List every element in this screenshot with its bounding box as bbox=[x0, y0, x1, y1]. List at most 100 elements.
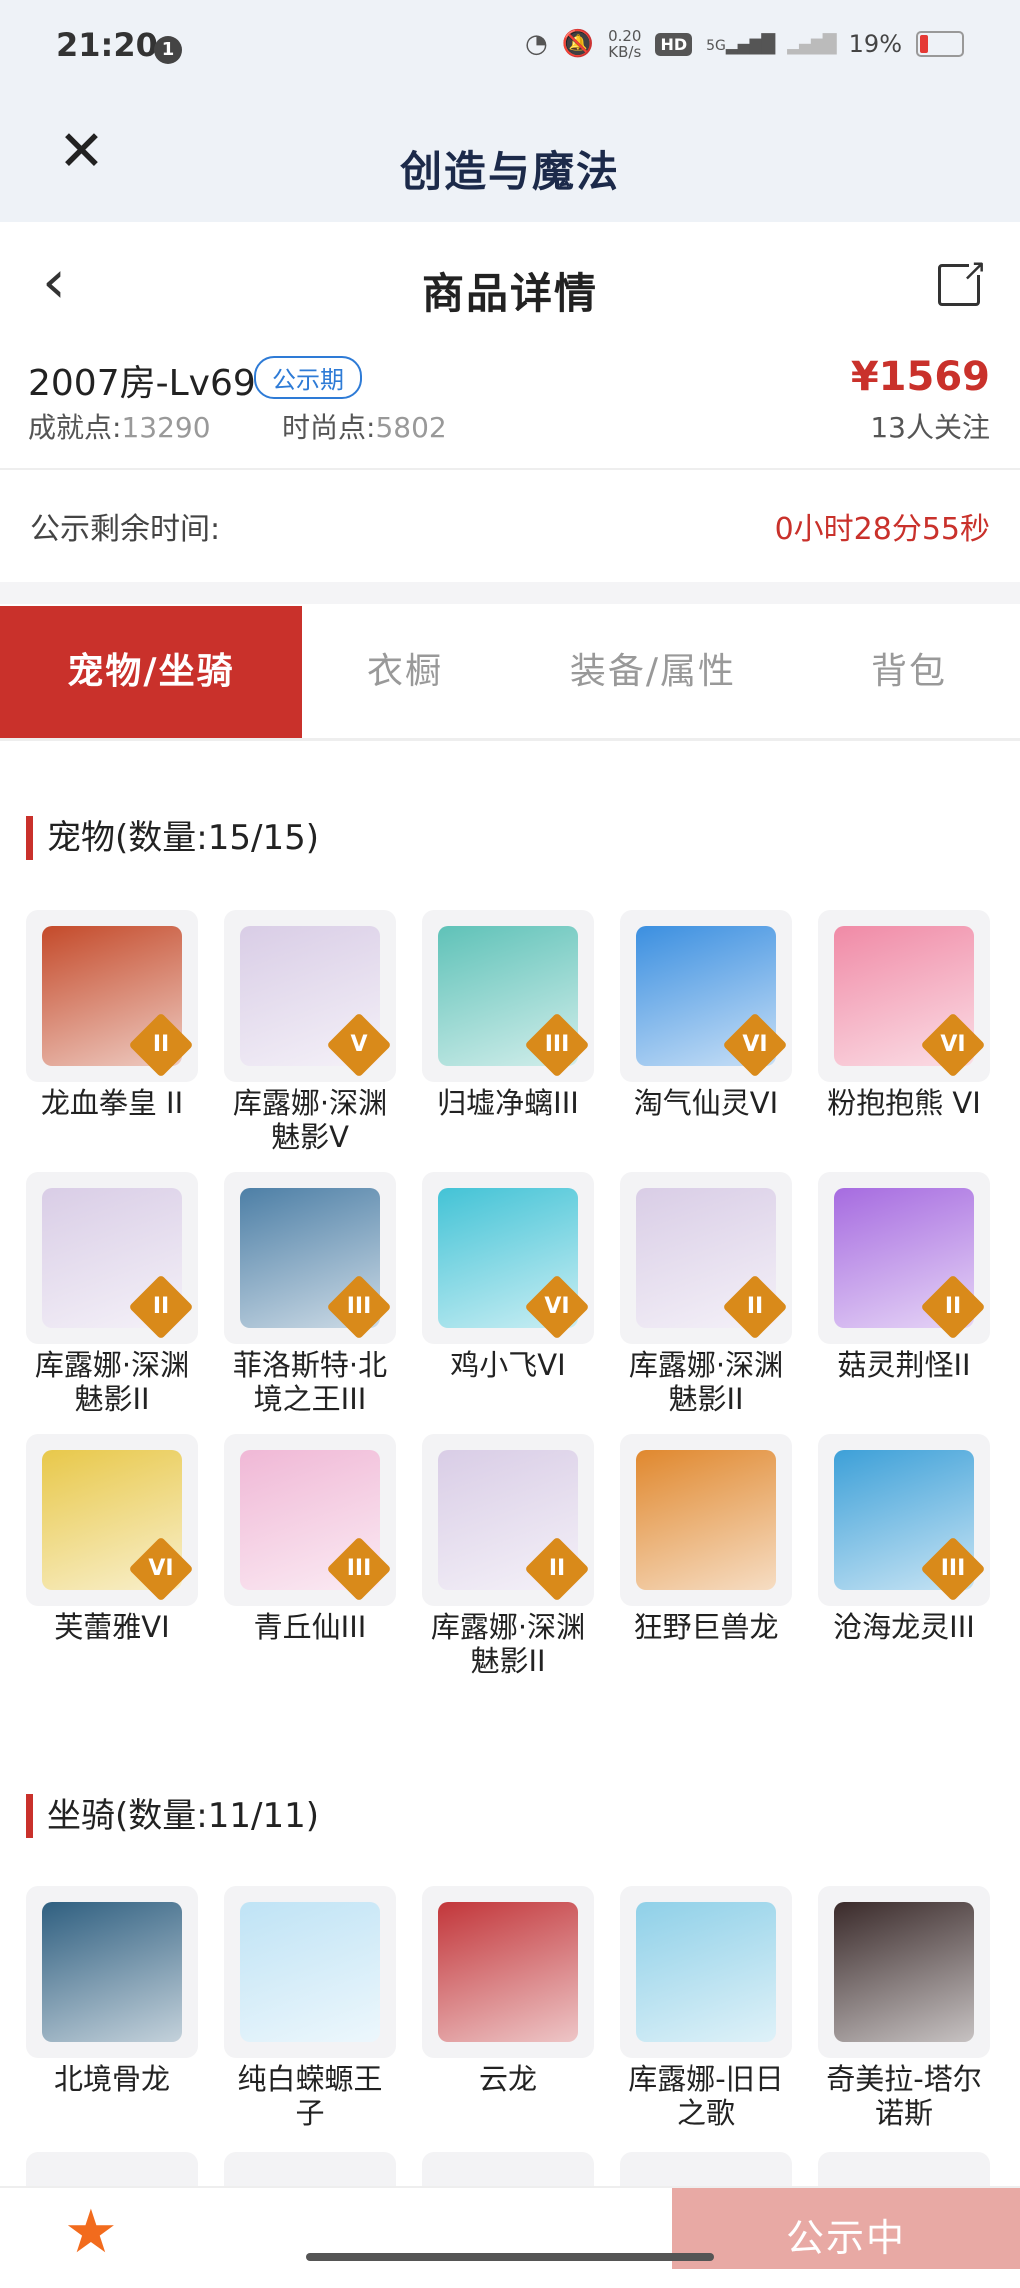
list-item[interactable]: 狂野巨兽龙 bbox=[620, 1434, 792, 1678]
network-speed: 0.20 KB/s bbox=[608, 27, 642, 61]
status-bar: 21:20 1 ◔ 🔕 0.20 KB/s HD 5G▂▄▆█ ▂▄▆█ 19% bbox=[0, 0, 1020, 100]
notification-count-badge: 1 bbox=[154, 36, 182, 64]
item-label: 芙蕾雅VI bbox=[54, 1610, 170, 1644]
item-thumbnail bbox=[620, 1886, 792, 2058]
item-thumbnail: III bbox=[224, 1172, 396, 1344]
item-thumbnail: II bbox=[818, 1172, 990, 1344]
rank-badge: III bbox=[326, 1274, 392, 1340]
home-indicator bbox=[306, 2253, 714, 2261]
mounts-section-title: 坐骑(数量:11/11) bbox=[26, 1794, 319, 1838]
app-title-bar: ✕ 创造与魔法 bbox=[0, 100, 1020, 222]
item-label: 菇灵荆怪II bbox=[837, 1348, 971, 1382]
fashion-points: 时尚点:5802 bbox=[282, 411, 447, 444]
tab-backpack[interactable]: 背包 bbox=[798, 606, 1020, 738]
star-icon[interactable]: ★ bbox=[64, 2202, 118, 2262]
rank-badge: II bbox=[920, 1274, 986, 1340]
item-art bbox=[636, 1450, 776, 1590]
item-label: 纯白蝾螈王子 bbox=[237, 2062, 383, 2130]
rank-badge: VI bbox=[524, 1274, 590, 1340]
signal-secondary-icon: ▂▄▆█ bbox=[787, 33, 836, 55]
item-label: 库露娜·深渊魅影II bbox=[34, 1348, 190, 1416]
rank-badge: III bbox=[524, 1012, 590, 1078]
tab-wardrobe[interactable]: 衣橱 bbox=[302, 606, 508, 738]
list-item[interactable]: VI 淘气仙灵VI bbox=[620, 910, 792, 1154]
battery-icon bbox=[916, 31, 964, 57]
item-thumbnail: V bbox=[224, 910, 396, 1082]
rank-badge: III bbox=[920, 1536, 986, 1602]
speedometer-icon: ◔ bbox=[525, 29, 548, 59]
list-item[interactable]: 奇美拉-塔尔诺斯 bbox=[818, 1886, 990, 2130]
mute-bell-icon: 🔕 bbox=[561, 29, 595, 59]
item-label: 库露娜·深渊魅影V bbox=[232, 1086, 388, 1154]
list-item[interactable]: II 库露娜·深渊魅影II bbox=[620, 1172, 792, 1416]
item-thumbnail bbox=[422, 1886, 594, 2058]
list-item[interactable]: 纯白蝾螈王子 bbox=[224, 1886, 396, 2130]
item-thumbnail bbox=[224, 1886, 396, 2058]
item-label: 库露娜-旧日之歌 bbox=[628, 2062, 784, 2130]
item-label: 狂野巨兽龙 bbox=[633, 1610, 779, 1644]
item-label: 北境骨龙 bbox=[53, 2062, 170, 2096]
rank-badge: II bbox=[128, 1012, 194, 1078]
item-thumbnail: VI bbox=[818, 910, 990, 1082]
pet-grid: II 龙血拳皇 II V 库露娜·深渊魅影V III 归墟净螭III VI 淘气仙灵VI VI 粉… bbox=[26, 910, 990, 1678]
item-label: 菲洛斯特·北境之王III bbox=[232, 1348, 388, 1416]
item-label: 龙血拳皇 II bbox=[40, 1086, 184, 1120]
page-header: ‹ 商品详情 ↗ bbox=[0, 222, 1020, 352]
rank-badge: VI bbox=[722, 1012, 788, 1078]
list-item[interactable]: III 青丘仙III bbox=[224, 1434, 396, 1678]
page-title: 商品详情 bbox=[421, 269, 598, 318]
list-item[interactable]: II 菇灵荆怪II bbox=[818, 1172, 990, 1416]
publicity-status-button[interactable]: 公示中 bbox=[672, 2188, 1020, 2269]
item-label: 奇美拉-塔尔诺斯 bbox=[826, 2062, 982, 2130]
status-icons: ◔ 🔕 0.20 KB/s HD 5G▂▄▆█ ▂▄▆█ 19% bbox=[525, 28, 964, 60]
list-item[interactable]: 云龙 bbox=[422, 1886, 594, 2130]
pets-section-title: 宠物(数量:15/15) bbox=[26, 816, 319, 860]
item-label: 云龙 bbox=[478, 2062, 537, 2096]
status-time: 21:20 bbox=[56, 26, 158, 64]
item-label: 库露娜·深渊魅影II bbox=[628, 1348, 784, 1416]
rank-badge: III bbox=[326, 1536, 392, 1602]
next-row-peek bbox=[26, 2152, 990, 2186]
list-item[interactable]: V 库露娜·深渊魅影V bbox=[224, 910, 396, 1154]
item-art bbox=[834, 1902, 974, 2042]
list-item[interactable]: VI 鸡小飞VI bbox=[422, 1172, 594, 1416]
list-item[interactable]: VI 芙蕾雅VI bbox=[26, 1434, 198, 1678]
item-thumbnail: VI bbox=[422, 1172, 594, 1344]
list-item[interactable]: II 龙血拳皇 II bbox=[26, 910, 198, 1154]
item-thumbnail: III bbox=[224, 1434, 396, 1606]
item-thumbnail: II bbox=[422, 1434, 594, 1606]
publicity-countdown: 公示剩余时间: 0小时28分55秒 bbox=[0, 470, 1020, 604]
item-label: 库露娜·深渊魅影II bbox=[430, 1610, 586, 1678]
item-art bbox=[240, 1902, 380, 2042]
rank-badge: II bbox=[722, 1274, 788, 1340]
item-thumbnail: II bbox=[26, 1172, 198, 1344]
item-thumbnail: III bbox=[818, 1434, 990, 1606]
item-price: ¥1569 bbox=[850, 354, 990, 400]
item-thumbnail: VI bbox=[26, 1434, 198, 1606]
item-label: 粉抱抱熊 VI bbox=[827, 1086, 981, 1120]
countdown-value: 0小时28分55秒 bbox=[774, 512, 990, 547]
list-item[interactable]: 库露娜-旧日之歌 bbox=[620, 1886, 792, 2130]
list-item[interactable]: VI 粉抱抱熊 VI bbox=[818, 910, 990, 1154]
item-label: 归墟净螭III bbox=[437, 1086, 579, 1120]
item-art bbox=[438, 1902, 578, 2042]
item-label: 青丘仙III bbox=[253, 1610, 367, 1644]
list-item[interactable]: III 归墟净螭III bbox=[422, 910, 594, 1154]
list-item[interactable]: 北境骨龙 bbox=[26, 1886, 198, 2130]
item-label: 沧海龙灵III bbox=[833, 1610, 975, 1644]
tab-pets-mounts[interactable]: 宠物/坐骑 bbox=[0, 606, 302, 738]
rank-badge: VI bbox=[920, 1012, 986, 1078]
tab-equipment-attributes[interactable]: 装备/属性 bbox=[508, 606, 798, 738]
list-item[interactable]: III 菲洛斯特·北境之王III bbox=[224, 1172, 396, 1416]
item-thumbnail: II bbox=[620, 1172, 792, 1344]
item-thumbnail: VI bbox=[620, 910, 792, 1082]
share-icon[interactable]: ↗ bbox=[938, 253, 987, 306]
item-label: 淘气仙灵VI bbox=[633, 1086, 779, 1120]
list-item[interactable]: II 库露娜·深渊魅影II bbox=[26, 1172, 198, 1416]
item-label: 鸡小飞VI bbox=[450, 1348, 566, 1382]
rank-badge: VI bbox=[128, 1536, 194, 1602]
signal-5g-icon: 5G▂▄▆█ bbox=[706, 33, 775, 55]
mount-grid: 北境骨龙 纯白蝾螈王子 云龙 库露娜-旧日之歌 奇美拉-塔尔诺斯 bbox=[26, 1886, 990, 2130]
list-item[interactable]: III 沧海龙灵III bbox=[818, 1434, 990, 1678]
list-item[interactable]: II 库露娜·深渊魅影II bbox=[422, 1434, 594, 1678]
